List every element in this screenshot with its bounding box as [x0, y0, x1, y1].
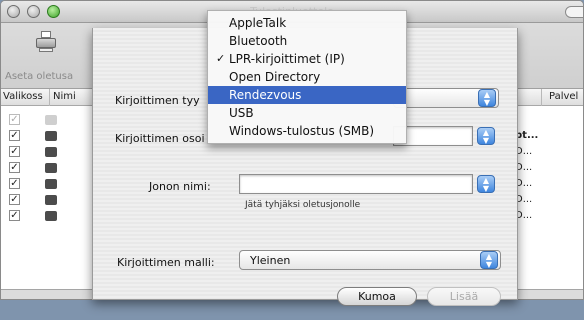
- queue-name-label: Jonon nimi:: [149, 180, 211, 193]
- printer-model-popup[interactable]: Yleinen ▲ ▼: [239, 250, 501, 270]
- menu-item[interactable]: Rendezvous: [208, 86, 406, 104]
- show-in-menu-checkbox[interactable]: ✓: [9, 178, 20, 189]
- printer-icon: [45, 195, 57, 205]
- menu-item[interactable]: AppleTalk: [208, 14, 406, 32]
- menu-item-label: USB: [229, 106, 254, 120]
- toolbar-toggle-button[interactable]: [565, 6, 583, 18]
- queue-name-field[interactable]: [239, 174, 473, 194]
- set-default-label: Aseta oletusa: [5, 71, 74, 82]
- menu-item-label: Rendezvous: [229, 88, 302, 102]
- menu-item-label: Windows-tulostus (SMB): [229, 124, 375, 138]
- printer-icon: [45, 115, 57, 125]
- menu-item[interactable]: Windows-tulostus (SMB): [208, 122, 406, 140]
- checkmark-icon: ✓: [216, 52, 226, 65]
- column-header-in-menu[interactable]: Valikoss: [3, 91, 43, 102]
- printer-model-value: Yleinen: [250, 254, 291, 267]
- printer-icon: [35, 31, 57, 53]
- printer-icon: [45, 179, 57, 189]
- printer-icon: [45, 211, 57, 221]
- menu-item-label: Bluetooth: [229, 34, 288, 48]
- popup-arrows-icon: ▲ ▼: [480, 251, 498, 269]
- menu-item-label: Open Directory: [229, 70, 321, 84]
- show-in-menu-checkbox[interactable]: ✓: [9, 130, 20, 141]
- set-default-button[interactable]: [29, 31, 63, 53]
- show-in-menu-checkbox[interactable]: ✓: [9, 194, 20, 205]
- address-history-icon[interactable]: ▲ ▼: [477, 127, 495, 145]
- row-trailing-text: pt...: [515, 130, 539, 141]
- menu-item[interactable]: Bluetooth: [208, 32, 406, 50]
- menu-item[interactable]: Open Directory: [208, 68, 406, 86]
- cancel-button[interactable]: Kumoa: [337, 287, 417, 306]
- add-button[interactable]: Lisää: [427, 287, 501, 306]
- show-in-menu-checkbox[interactable]: ✓: [9, 210, 20, 221]
- column-header-host[interactable]: Palvel: [549, 91, 578, 102]
- printer-model-label: Kirjoittimen malli:: [117, 256, 215, 269]
- popup-arrows-icon: ▲ ▼: [478, 89, 496, 107]
- menu-item-label: AppleTalk: [229, 16, 287, 30]
- show-in-menu-checkbox[interactable]: ✓: [9, 146, 20, 157]
- printer-icon: [45, 163, 57, 173]
- show-in-menu-checkbox[interactable]: ✓: [9, 114, 20, 125]
- menu-item[interactable]: ✓ LPR-kirjoittimet (IP): [208, 50, 406, 68]
- printer-type-popup[interactable]: ▲ ▼: [393, 88, 499, 108]
- show-in-menu-checkbox[interactable]: ✓: [9, 162, 20, 173]
- queue-history-icon[interactable]: ▲ ▼: [477, 175, 495, 193]
- printer-address-label: Kirjoittimen osoi: [115, 132, 205, 145]
- menu-item-label: LPR-kirjoittimet (IP): [229, 52, 345, 66]
- printer-icon: [45, 131, 57, 141]
- printer-type-menu[interactable]: AppleTalk Bluetooth ✓ LPR-kirjoittimet (IP)…: [207, 10, 407, 144]
- printer-icon: [45, 147, 57, 157]
- menu-item[interactable]: USB: [208, 104, 406, 122]
- column-header-name[interactable]: Nimi: [53, 91, 76, 102]
- queue-hint: Jätä tyhjäksi oletusjonolle: [245, 200, 361, 210]
- printer-type-label: Kirjoittimen tyy: [115, 94, 200, 107]
